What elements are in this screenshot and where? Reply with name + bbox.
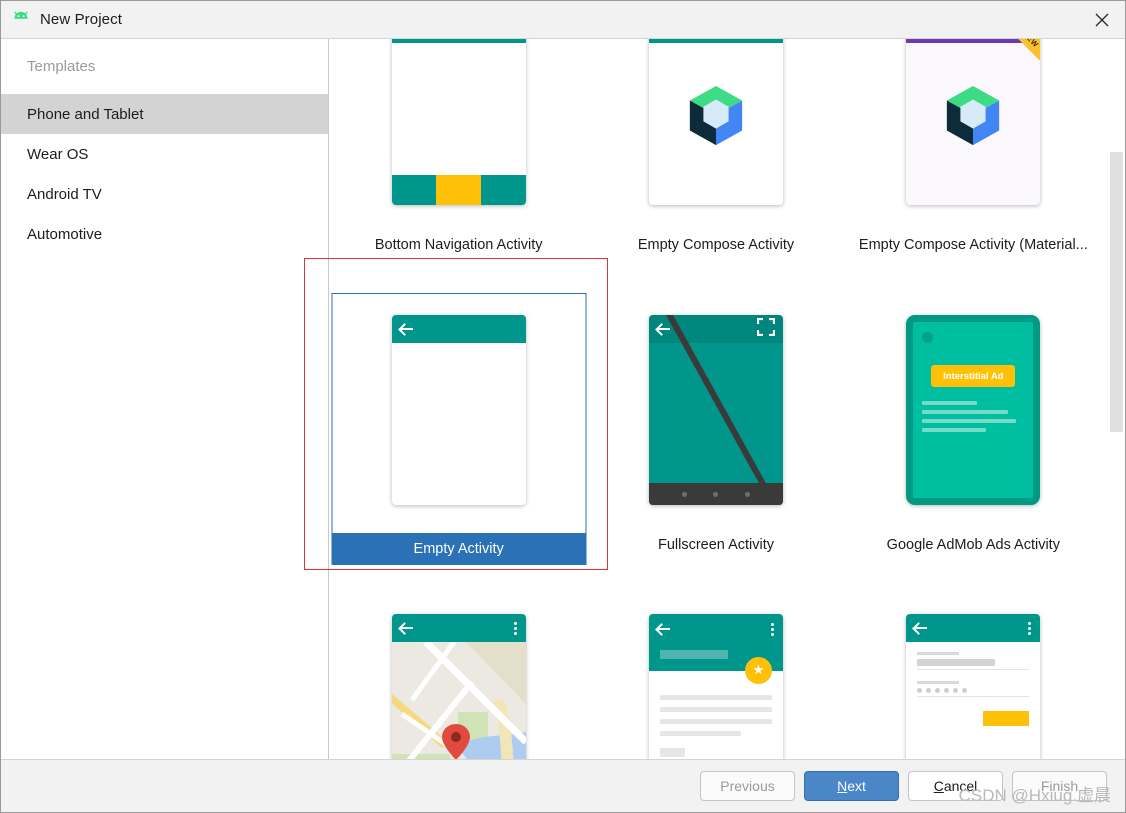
scrollbar-thumb[interactable] bbox=[1110, 152, 1123, 432]
phone-mock-compose-material: PREVIEW bbox=[906, 39, 1041, 205]
overflow-menu-icon bbox=[770, 621, 775, 637]
next-button[interactable]: Next bbox=[804, 771, 899, 801]
preview-ribbon-badge: PREVIEW bbox=[984, 39, 1041, 73]
back-arrow-icon bbox=[399, 622, 414, 634]
app-bar bbox=[391, 314, 526, 343]
phone-mock-empty bbox=[391, 314, 526, 505]
template-thumbnail: Interstitial Ad bbox=[868, 279, 1078, 541]
template-thumbnail bbox=[354, 579, 564, 760]
template-card-empty-activity[interactable]: Empty Activity bbox=[330, 279, 587, 579]
cancel-button[interactable]: Cancel bbox=[908, 771, 1003, 801]
sidebar-header: Templates bbox=[27, 58, 96, 75]
template-card-login-activity[interactable] bbox=[845, 579, 1102, 760]
sidebar-item-phone-and-tablet[interactable]: Phone and Tablet bbox=[1, 94, 328, 134]
app-bar bbox=[906, 613, 1041, 642]
field-underline bbox=[917, 695, 1030, 697]
nav-tab-3 bbox=[481, 175, 526, 205]
template-thumbnail bbox=[868, 579, 1078, 760]
interstitial-ad-badge: Interstitial Ad bbox=[931, 365, 1016, 387]
previous-button[interactable]: Previous bbox=[700, 771, 795, 801]
template-thumbnail: ★ G Pay bbox=[611, 579, 821, 760]
title-bar: New Project bbox=[1, 1, 1125, 39]
field-underline bbox=[917, 668, 1030, 670]
phone-mock-login bbox=[906, 613, 1041, 760]
template-thumbnail bbox=[354, 39, 564, 241]
template-card-empty-compose-activity-material[interactable]: PREVIEW Empty Compose Activity (Material… bbox=[845, 39, 1102, 279]
template-label-selected: Empty Activity bbox=[331, 533, 587, 565]
sidebar-item-wear-os[interactable]: Wear OS bbox=[1, 134, 328, 174]
template-card-google-admob-ads-activity[interactable]: Interstitial Ad Google AdMob Ads Activit… bbox=[845, 279, 1102, 579]
template-card-fullscreen-activity[interactable]: Fullscreen Activity bbox=[587, 279, 844, 579]
app-bar bbox=[391, 613, 526, 642]
nav-tab-1 bbox=[391, 175, 437, 205]
system-navigation-bar bbox=[648, 483, 783, 505]
back-arrow-icon bbox=[399, 323, 414, 335]
template-thumbnail bbox=[611, 279, 821, 541]
nav-tab-2-active bbox=[436, 175, 481, 205]
bottom-navigation-bar bbox=[391, 175, 526, 205]
sidebar-item-automotive[interactable]: Automotive bbox=[1, 214, 328, 254]
sign-in-button-placeholder bbox=[983, 710, 1030, 726]
close-icon[interactable] bbox=[1079, 1, 1125, 38]
phone-mock-fullscreen bbox=[648, 315, 783, 505]
phone-mock-compose bbox=[648, 39, 783, 205]
title-placeholder bbox=[659, 649, 728, 659]
password-dots bbox=[917, 687, 1029, 693]
overflow-menu-icon bbox=[513, 620, 518, 636]
template-grid: Bottom Navigation Activity Empty Compose… bbox=[330, 39, 1102, 760]
template-card-empty-compose-activity[interactable]: Empty Compose Activity bbox=[587, 39, 844, 279]
new-project-dialog: New Project Templates Phone and Tablet W… bbox=[0, 0, 1126, 813]
diagonal-stripe-decoration bbox=[665, 315, 778, 505]
window-title: New Project bbox=[40, 11, 122, 28]
jetpack-compose-logo-icon bbox=[689, 85, 743, 146]
phone-mock-bottom-nav bbox=[391, 39, 526, 205]
star-badge-icon: ★ bbox=[744, 656, 772, 684]
next-rest: ext bbox=[847, 778, 866, 794]
template-card-google-pay-activity[interactable]: ★ G Pay bbox=[587, 579, 844, 760]
phone-mock-admob: Interstitial Ad bbox=[906, 315, 1041, 505]
content-placeholder-lines bbox=[922, 401, 1024, 432]
password-label-placeholder bbox=[917, 680, 960, 684]
cancel-rest: ancel bbox=[943, 778, 978, 794]
android-robot-icon bbox=[10, 9, 32, 31]
app-bar: ★ bbox=[648, 613, 783, 684]
dialog-button-bar: Previous Next Cancel Finish CSDN @Hxiug.… bbox=[1, 759, 1125, 812]
username-label-placeholder bbox=[917, 651, 960, 655]
login-form-placeholder bbox=[906, 642, 1040, 726]
template-thumbnail: PREVIEW bbox=[868, 39, 1078, 241]
phone-mock-maps bbox=[391, 613, 526, 760]
content-placeholder-lines bbox=[649, 671, 783, 757]
cancel-mnemonic: C bbox=[933, 778, 944, 794]
template-label: Empty Compose Activity bbox=[637, 237, 795, 253]
finish-button[interactable]: Finish bbox=[1012, 771, 1107, 801]
back-arrow-icon bbox=[914, 622, 928, 634]
sidebar-item-android-tv[interactable]: Android TV bbox=[1, 174, 328, 214]
jetpack-compose-logo-icon bbox=[947, 85, 1000, 146]
template-thumbnail bbox=[354, 293, 564, 526]
template-thumbnail bbox=[611, 39, 821, 241]
map-canvas bbox=[391, 641, 526, 760]
username-value-placeholder bbox=[917, 658, 996, 666]
back-arrow-icon bbox=[656, 623, 671, 635]
sidebar: Templates Phone and Tablet Wear OS Andro… bbox=[1, 39, 329, 760]
overflow-menu-icon bbox=[1028, 620, 1032, 636]
template-label: Google AdMob Ads Activity bbox=[886, 537, 1060, 553]
status-dot-icon bbox=[922, 332, 934, 343]
template-card-google-maps-activity[interactable] bbox=[330, 579, 587, 760]
template-gallery: Bottom Navigation Activity Empty Compose… bbox=[330, 39, 1125, 760]
app-bar bbox=[648, 39, 783, 43]
template-label: Empty Compose Activity (Material... bbox=[858, 237, 1088, 253]
next-mnemonic: N bbox=[837, 778, 848, 794]
template-label: Bottom Navigation Activity bbox=[374, 237, 543, 253]
gallery-scrollbar[interactable] bbox=[1108, 40, 1124, 760]
phone-mock-google-pay: ★ G Pay bbox=[648, 613, 783, 760]
app-bar bbox=[391, 39, 526, 43]
template-card-bottom-navigation-activity[interactable]: Bottom Navigation Activity bbox=[330, 39, 587, 279]
template-label: Fullscreen Activity bbox=[657, 537, 775, 553]
